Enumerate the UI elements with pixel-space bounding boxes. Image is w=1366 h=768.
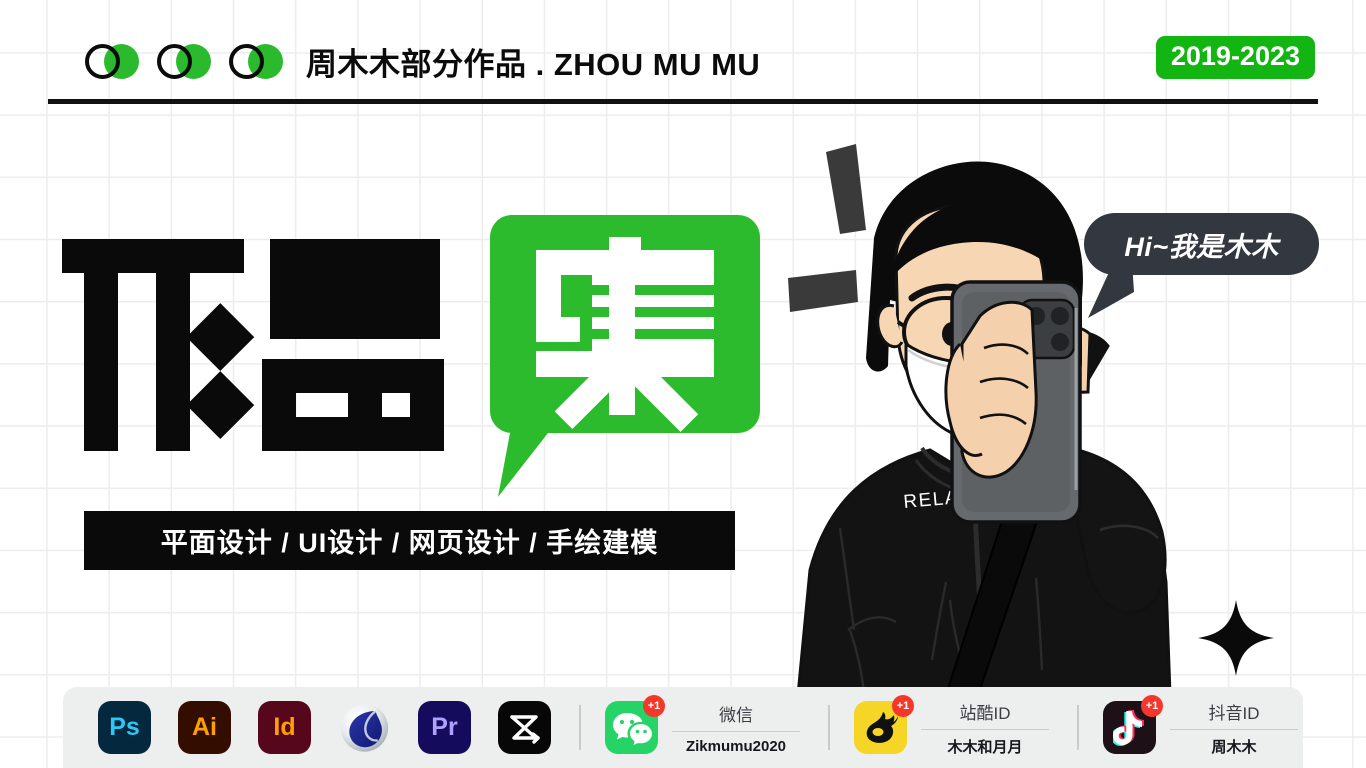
zcool-id-value: 木木和月月: [947, 738, 1023, 756]
social-wechat[interactable]: +1 微信 Zikmumu2020: [605, 695, 800, 755]
douyin-plus-badge: +1: [1141, 695, 1163, 717]
cinema4d-sphere-icon: [340, 703, 389, 752]
capcut-icon[interactable]: [498, 701, 551, 754]
page-header: 周木木部分作品 . ZHOU MU MU 2019-2023: [0, 0, 1366, 104]
douyin-label: 抖音ID: [1170, 699, 1298, 730]
illustrator-icon[interactable]: Ai: [178, 701, 231, 754]
indesign-label: Id: [273, 713, 296, 741]
green-speech-bubble-icon: [490, 215, 760, 497]
premiere-label: Pr: [431, 713, 458, 741]
wechat-icon-wrap[interactable]: +1: [605, 695, 665, 754]
four-point-star-icon: [1198, 600, 1274, 676]
douyin-id-value: 周木木: [1211, 738, 1257, 756]
douyin-text-block: 抖音ID 周木木: [1170, 699, 1298, 757]
title-glyphs-zuopin: [62, 239, 444, 451]
illustrator-label: Ai: [192, 713, 217, 741]
wechat-bubbles-icon: [612, 712, 652, 745]
wechat-text-block: 微信 Zikmumu2020: [672, 701, 800, 755]
outline-circle-icon: [157, 44, 192, 79]
indesign-icon[interactable]: Id: [258, 701, 311, 754]
capcut-glyph-icon: [509, 714, 540, 744]
bottom-toolbar: Ps Ai Id Pr +1 微信 Zikmumu2020 +1 站酷ID 木木…: [63, 687, 1303, 768]
wechat-id-value: Zikmumu2020: [685, 737, 787, 755]
dot-pair-1: [85, 44, 145, 80]
photoshop-icon[interactable]: Ps: [98, 701, 151, 754]
hero-subtitle-text: 平面设计 / UI设计 / 网页设计 / 手绘建模: [160, 528, 659, 558]
social-douyin[interactable]: +1 抖音ID 周木木: [1103, 695, 1298, 757]
outline-circle-icon: [229, 44, 264, 79]
hero-subtitle-bar: 平面设计 / UI设计 / 网页设计 / 手绘建模: [84, 511, 735, 570]
douyin-note-icon: [1112, 709, 1144, 746]
zcool-icon-wrap[interactable]: +1: [854, 695, 914, 754]
emphasis-marks-icon: [788, 144, 866, 312]
wechat-label: 微信: [672, 701, 800, 732]
hi-speech-bubble: Hi~我是木木: [1084, 213, 1319, 275]
wechat-plus-badge: +1: [643, 695, 665, 717]
year-range-badge: 2019-2023: [1155, 36, 1315, 79]
hi-speech-bubble-text: Hi~我是木木: [1124, 231, 1279, 262]
toolbar-divider-2: [828, 705, 830, 750]
zcool-flame-icon: [866, 711, 898, 743]
dot-pair-3: [229, 44, 289, 80]
toolbar-divider-3: [1077, 705, 1079, 750]
photoshop-label: Ps: [109, 713, 140, 741]
social-zcool[interactable]: +1 站酷ID 木木和月月: [854, 695, 1049, 757]
dot-pair-2: [157, 44, 217, 80]
cinema4d-icon[interactable]: [338, 701, 391, 754]
header-divider-rule: [48, 99, 1318, 104]
zcool-text-block: 站酷ID 木木和月月: [921, 699, 1049, 757]
zcool-label: 站酷ID: [921, 699, 1049, 730]
outline-circle-icon: [85, 44, 120, 79]
douyin-icon-wrap[interactable]: +1: [1103, 695, 1163, 754]
zcool-plus-badge: +1: [892, 695, 914, 717]
sparkle-decoration: [1196, 598, 1276, 678]
page-title: 周木木部分作品 . ZHOU MU MU: [306, 47, 761, 82]
toolbar-divider-1: [579, 705, 581, 750]
premiere-icon[interactable]: Pr: [418, 701, 471, 754]
hero-bubble-character: [490, 215, 760, 497]
